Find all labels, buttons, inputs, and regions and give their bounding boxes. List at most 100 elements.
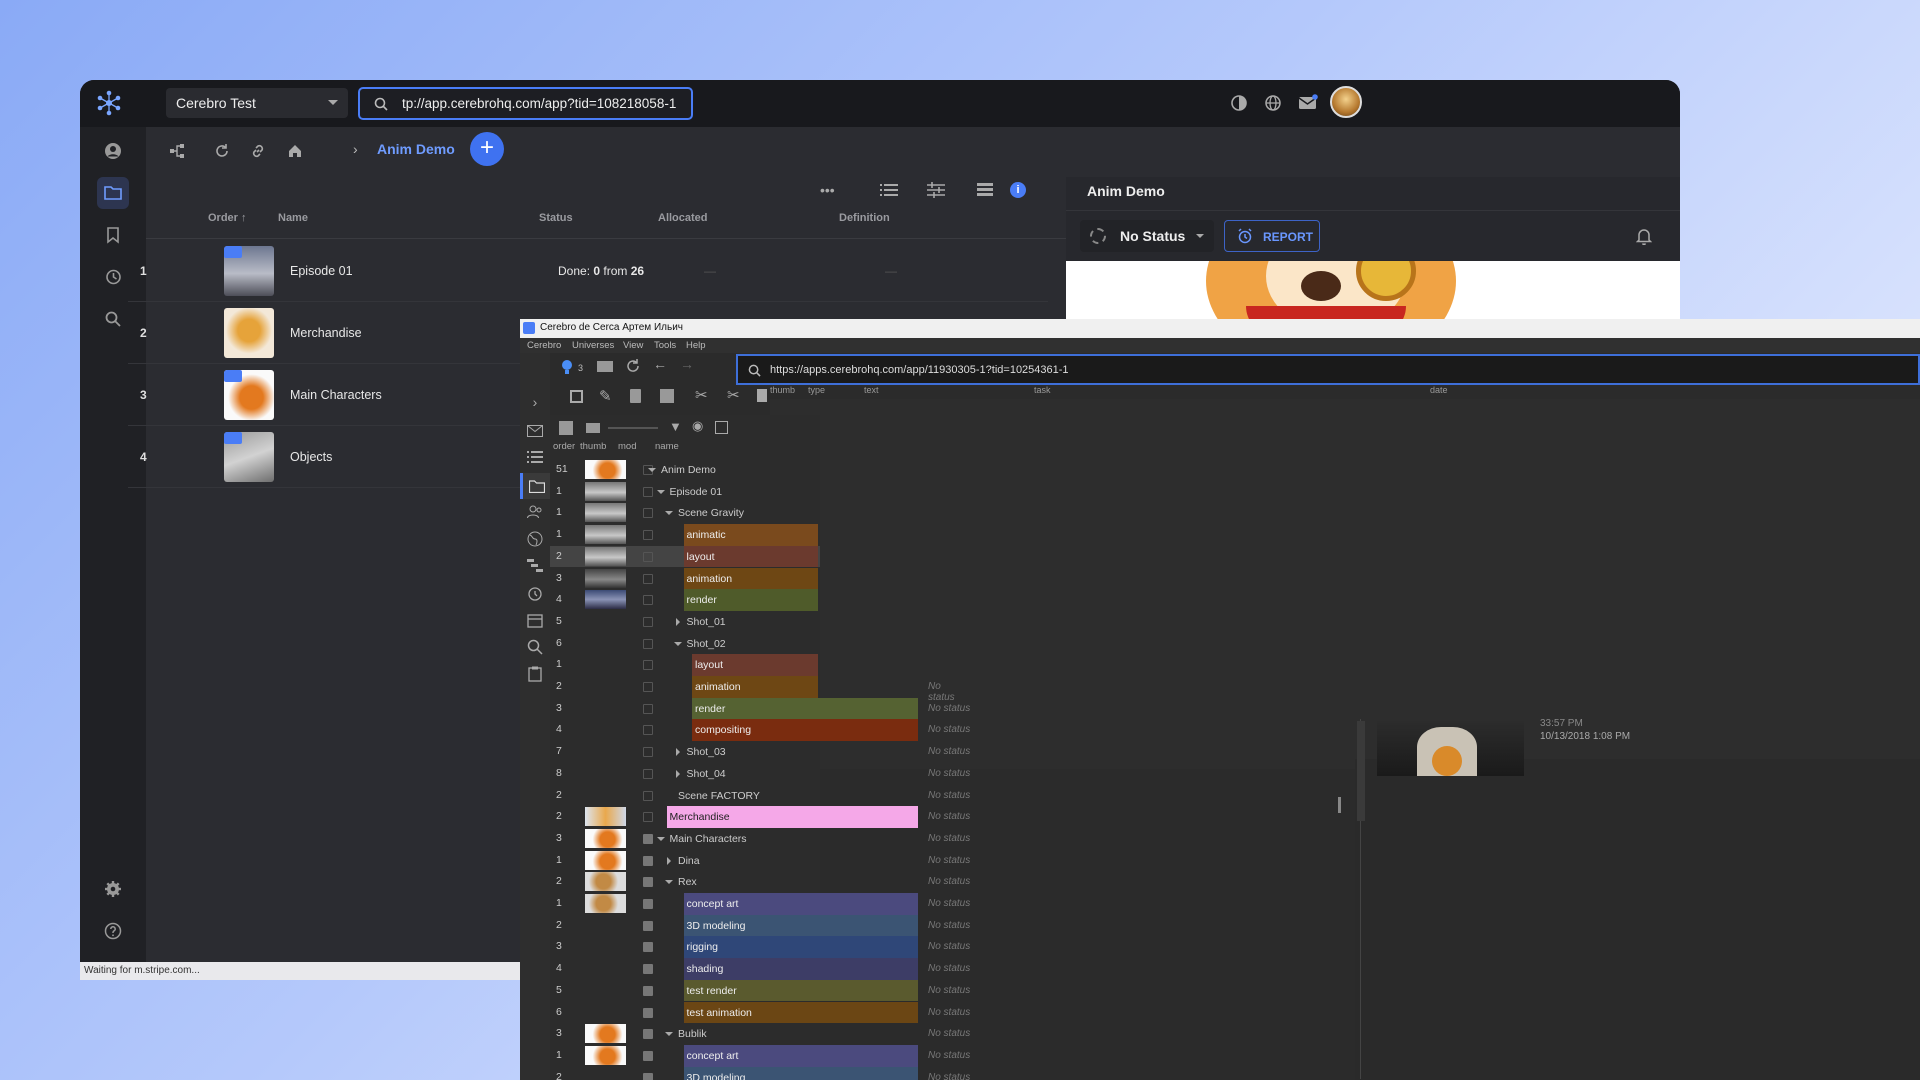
tree-row[interactable]: 2 Merchandise No status <box>550 806 990 828</box>
bulb-icon[interactable] <box>560 359 574 380</box>
tree-row-mod-checkbox[interactable] <box>643 899 653 909</box>
theme-contrast-icon[interactable] <box>1230 94 1248 117</box>
tree-row[interactable]: 2 Scene FACTORY No status <box>550 785 990 807</box>
tree-row-status[interactable]: No status <box>928 833 970 844</box>
expand-right-icon[interactable] <box>675 769 684 778</box>
tree-row-mod-checkbox[interactable] <box>643 920 653 931</box>
tree-row-status[interactable]: No status <box>928 985 970 996</box>
tree-row[interactable]: 3 render No status <box>550 697 990 720</box>
expand-right-icon[interactable] <box>675 617 684 626</box>
expand-down-icon[interactable] <box>665 880 673 888</box>
tree-row[interactable]: 2 3D modeling No status <box>550 914 990 937</box>
folder-icon[interactable] <box>97 177 129 209</box>
tree-row-status[interactable]: No status <box>928 811 970 822</box>
tree-row[interactable]: 6 Shot_02 <box>550 633 820 655</box>
tree-row-mod-checkbox[interactable] <box>643 1050 653 1061</box>
tree-row-mod-checkbox[interactable] <box>643 790 653 801</box>
tree-row[interactable]: 1 Episode 01 <box>550 481 820 503</box>
col-order[interactable]: Order ↑ <box>208 212 247 224</box>
gantt-icon[interactable] <box>526 557 544 575</box>
tree-row-status[interactable]: No status <box>928 1050 970 1061</box>
expand-down-icon[interactable] <box>665 1032 673 1040</box>
col-allocated[interactable]: Allocated <box>658 212 708 224</box>
tree-row-mod-checkbox[interactable] <box>643 833 653 844</box>
url-search-input[interactable]: https://apps.cerebrohq.com/app/11930305-… <box>736 354 1920 385</box>
tree-row[interactable]: 2 animation No status <box>550 676 955 703</box>
tree-row[interactable]: 4 compositing No status <box>550 719 990 742</box>
bookmark-icon[interactable] <box>97 219 129 251</box>
expand-down-icon[interactable] <box>665 511 673 519</box>
tree-row-status[interactable]: No status <box>928 1072 970 1080</box>
info-icon[interactable]: i <box>1010 182 1026 198</box>
tree-row[interactable]: 1 concept art No status <box>550 893 990 915</box>
menu-cerebro[interactable]: Cerebro <box>527 340 561 351</box>
tree-row[interactable]: 2 Rex No status <box>550 871 990 893</box>
table-view-icon[interactable] <box>977 183 993 202</box>
more-icon[interactable]: ••• <box>820 182 835 198</box>
tree-row[interactable]: 2 layout <box>550 545 820 568</box>
tree-row-mod-checkbox[interactable] <box>643 985 653 996</box>
globe-icon[interactable] <box>1264 94 1282 117</box>
col-definition[interactable]: Definition <box>839 212 890 224</box>
tree-row[interactable]: 51 Anim Demo <box>550 459 820 481</box>
tree-row[interactable]: 3 rigging No status <box>550 936 990 959</box>
tree-row[interactable]: 4 shading No status <box>550 958 990 980</box>
tree-row-status[interactable]: No status <box>928 898 970 909</box>
tree-row-mod-checkbox[interactable] <box>643 616 653 627</box>
tree-row-mod-checkbox[interactable] <box>643 508 653 519</box>
timer-icon[interactable] <box>526 584 544 602</box>
forward-arrow-icon[interactable]: → <box>680 356 694 372</box>
col-thumb[interactable]: thumb <box>770 385 795 395</box>
tree-row-mod-checkbox[interactable] <box>643 855 653 866</box>
col-date[interactable]: date <box>1430 385 1448 395</box>
tree-row[interactable]: 6 test animation No status <box>550 1001 990 1024</box>
expand-right-icon[interactable] <box>675 748 684 757</box>
col-text[interactable]: text <box>864 385 879 395</box>
attachment-thumbnail[interactable] <box>1377 721 1524 776</box>
tree-row-status[interactable]: No status <box>928 703 970 714</box>
tree-row[interactable]: 1 layout <box>550 654 820 676</box>
url-search-input[interactable]: tp://app.cerebrohq.com/app?tid=108218058… <box>358 87 693 120</box>
search-icon[interactable] <box>526 638 544 656</box>
splitter-handle[interactable] <box>1338 797 1341 813</box>
col-name[interactable]: name <box>655 441 679 452</box>
tree-row-status[interactable]: No status <box>928 1028 970 1039</box>
tree-row-mod-checkbox[interactable] <box>643 486 653 497</box>
tree-row[interactable]: 5 Shot_01 <box>550 611 820 633</box>
copy-icon[interactable] <box>660 389 674 403</box>
thumbnail-size-slider[interactable] <box>608 427 658 429</box>
gear-icon[interactable] <box>97 873 129 905</box>
hierarchy-icon[interactable] <box>166 140 188 162</box>
pencil-icon[interactable]: ✎ <box>599 387 612 405</box>
table-row[interactable]: 1 Episode 01 Done: 0 from 26 — — <box>128 240 1048 302</box>
tree-row-mod-checkbox[interactable] <box>643 551 653 562</box>
menu-tools[interactable]: Tools <box>654 340 676 351</box>
tree-row[interactable]: 5 test render No status <box>550 979 990 1002</box>
trash-icon[interactable] <box>630 389 641 403</box>
tree-row-mod-checkbox[interactable] <box>643 942 653 953</box>
refresh-icon[interactable] <box>211 140 233 162</box>
tree-row[interactable]: 1 concept art No status <box>550 1044 990 1067</box>
col-status[interactable]: Status <box>539 212 573 224</box>
tree-row-mod-checkbox[interactable] <box>643 638 653 649</box>
tree-row-status[interactable]: No status <box>928 876 970 887</box>
tree-row[interactable]: 8 Shot_04 No status <box>550 763 990 785</box>
users-icon[interactable] <box>526 503 544 521</box>
search-icon[interactable] <box>97 303 129 335</box>
cut-icon[interactable]: ✂ <box>695 386 708 404</box>
layout-icon[interactable] <box>597 361 613 372</box>
folder-icon[interactable] <box>520 473 550 499</box>
mail-icon[interactable] <box>526 422 544 440</box>
tree-row[interactable]: 1 animatic <box>550 524 820 546</box>
tree-row-status[interactable]: No status <box>928 963 970 974</box>
tree-row-status[interactable]: No status <box>928 1007 970 1018</box>
tree-row-status[interactable]: No status <box>928 941 970 952</box>
profile-icon[interactable] <box>97 135 129 167</box>
tree-row[interactable]: 2 3D modeling No status <box>550 1066 990 1080</box>
eye-icon[interactable]: ◉ <box>692 418 703 434</box>
breadcrumb[interactable]: Anim Demo <box>377 141 455 157</box>
col-name[interactable]: Name <box>278 212 308 224</box>
globe-icon[interactable] <box>526 530 544 548</box>
tree-row-status[interactable]: No status <box>928 855 970 866</box>
thumbnail-view-icon[interactable] <box>586 423 600 433</box>
